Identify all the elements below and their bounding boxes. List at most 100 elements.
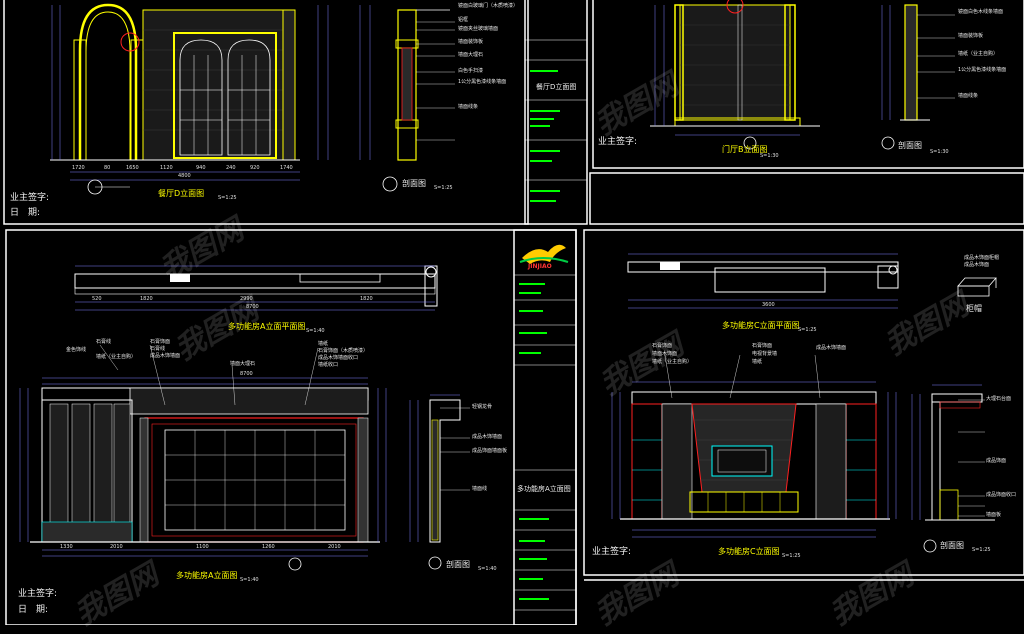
dimension: 1740 — [280, 165, 293, 171]
section-title: 剖面图 — [898, 141, 922, 150]
dimension-total: 4800 — [178, 173, 191, 179]
section-multifunction-a — [409, 394, 470, 570]
dimension: 1820 — [140, 296, 153, 302]
callout: 墙纸（业主自购） — [652, 359, 693, 365]
date-label: 日 期: — [18, 605, 49, 615]
section-foyer-b — [881, 4, 955, 150]
callout: 铝框 — [458, 17, 469, 23]
callout: 石膏饰面（木质喷漆） — [318, 348, 369, 354]
detail-title: 柜帽 — [966, 304, 982, 313]
drawing-title: 多功能房C立面图 — [718, 547, 780, 556]
dimension: 2010 — [110, 544, 123, 550]
plan-title: 多功能房A立面平面图 — [228, 322, 306, 331]
section-multifunction-c — [911, 384, 995, 553]
elevation-multifunction-a — [19, 344, 387, 571]
owner-signature-label: 业主签字: — [18, 589, 58, 599]
company-logo-text: JINJIAO — [528, 263, 552, 270]
callout: 电视背景墙 — [752, 351, 778, 357]
dimension: 1100 — [196, 544, 209, 550]
drawing-scale: S=1:30 — [760, 153, 779, 159]
callout: 金色饰线 — [66, 347, 87, 353]
callout: 成品饰面 — [986, 458, 1007, 464]
dimension: 1820 — [360, 296, 373, 302]
callout: 墙面线 — [472, 486, 488, 492]
plan-title: 多功能房C立面平面图 — [722, 321, 800, 330]
callout: 墙纸 — [318, 341, 329, 347]
frame-bottom-left-titleblock — [513, 229, 577, 625]
callout: 墙面木饰面 — [652, 351, 678, 357]
callout: 墙纸（业主自购） — [958, 51, 999, 57]
callout: 墙面装饰板 — [958, 33, 984, 39]
drawing-scale: S=1:25 — [782, 553, 801, 559]
cad-drawing-canvas — [3, 0, 1024, 625]
callout: 墙面板 — [986, 512, 1002, 518]
callout: 镜面白色木线条墙面 — [958, 9, 1004, 15]
drawing-title: 餐厅D立面图 — [158, 189, 205, 198]
dimension: 920 — [250, 165, 260, 171]
callout: 石膏饰面 — [150, 339, 171, 345]
dimension: 520 — [92, 296, 102, 302]
callout: 墙纸收口 — [318, 362, 339, 368]
frame-top-right-lower — [589, 172, 1024, 225]
elevation-multifunction-c — [611, 354, 897, 538]
section-title: 剖面图 — [402, 179, 426, 188]
callout: 1公分黑色漆线条墙面 — [458, 79, 507, 85]
callout: 成品饰面收口 — [986, 492, 1017, 498]
drawing-title: 多功能房A立面图 — [176, 571, 238, 580]
callout: 墙面装饰板 — [458, 39, 484, 45]
callout: 镜面白玻璃门（木质喷漆） — [458, 3, 519, 9]
dimension-total: 8700 — [240, 371, 253, 377]
date-label: 日 期: — [10, 208, 41, 218]
owner-signature-label: 业主签字: — [592, 547, 632, 557]
callout: 1公分黑色漆线条墙面 — [958, 67, 1007, 73]
callout: 墙面大理石 — [230, 361, 256, 367]
dimension: 2990 — [240, 296, 253, 302]
callout: 墙纸 — [752, 359, 763, 365]
owner-signature-label: 业主签字: — [10, 193, 50, 203]
detail-callout: 成品木饰面 — [964, 262, 990, 268]
drawing-scale: S=1:25 — [218, 195, 237, 201]
plan-multifunction-c — [627, 253, 899, 309]
callout: 石膏饰面 — [752, 343, 773, 349]
dimension: 1650 — [126, 165, 139, 171]
section-scale: S=1:30 — [930, 149, 949, 155]
dimension: 2010 — [328, 544, 341, 550]
callout: 墙纸（业主自购） — [96, 354, 137, 360]
callout: 墙面线条 — [458, 104, 479, 110]
section-scale: S=1:25 — [434, 185, 453, 191]
plan-scale: S=1:40 — [306, 328, 325, 334]
section-dining-d — [359, 5, 455, 192]
plan-scale: S=1:25 — [798, 327, 817, 333]
company-logo — [519, 244, 569, 264]
callout: 镜面夹丝玻璃墙面 — [458, 26, 499, 32]
callout: 白色手扫漆 — [458, 68, 484, 74]
title-block-drawing-name: 多功能房A立面图 — [517, 485, 571, 493]
dimension: 1720 — [72, 165, 85, 171]
section-scale: S=1:40 — [478, 566, 497, 572]
drawing-scale: S=1:40 — [240, 577, 259, 583]
callout: 墙面线条 — [958, 93, 979, 99]
callout: 轻钢龙骨 — [472, 404, 493, 410]
dimension: 1330 — [60, 544, 73, 550]
section-title: 剖面图 — [446, 560, 470, 569]
elevation-foyer-b — [650, 0, 820, 150]
title-block-drawing-name: 餐厅D立面图 — [536, 83, 577, 91]
dimension: 940 — [196, 165, 206, 171]
callout: 成品饰面墙面板 — [472, 448, 508, 454]
detail-callout: 成品木饰面柜帽 — [964, 255, 1000, 261]
callout: 墙面大理石 — [458, 52, 484, 58]
dimension-total: 8700 — [246, 304, 259, 310]
callout: 大理石台面 — [986, 396, 1012, 402]
callout: 石膏饰面 — [652, 343, 673, 349]
dimension: 80 — [104, 165, 111, 171]
callout: 成品木饰墙面 — [816, 345, 847, 351]
callout: 石膏线 — [96, 339, 112, 345]
callout: 成品木饰墙面 — [150, 353, 181, 359]
dimension-total: 3600 — [762, 302, 775, 308]
detail-cabinet-cap — [957, 277, 997, 297]
section-title: 剖面图 — [940, 541, 964, 550]
dimension: 1260 — [262, 544, 275, 550]
dimension: 1120 — [160, 165, 173, 171]
callout: 成品木饰墙面收口 — [318, 355, 359, 361]
section-scale: S=1:25 — [972, 547, 991, 553]
